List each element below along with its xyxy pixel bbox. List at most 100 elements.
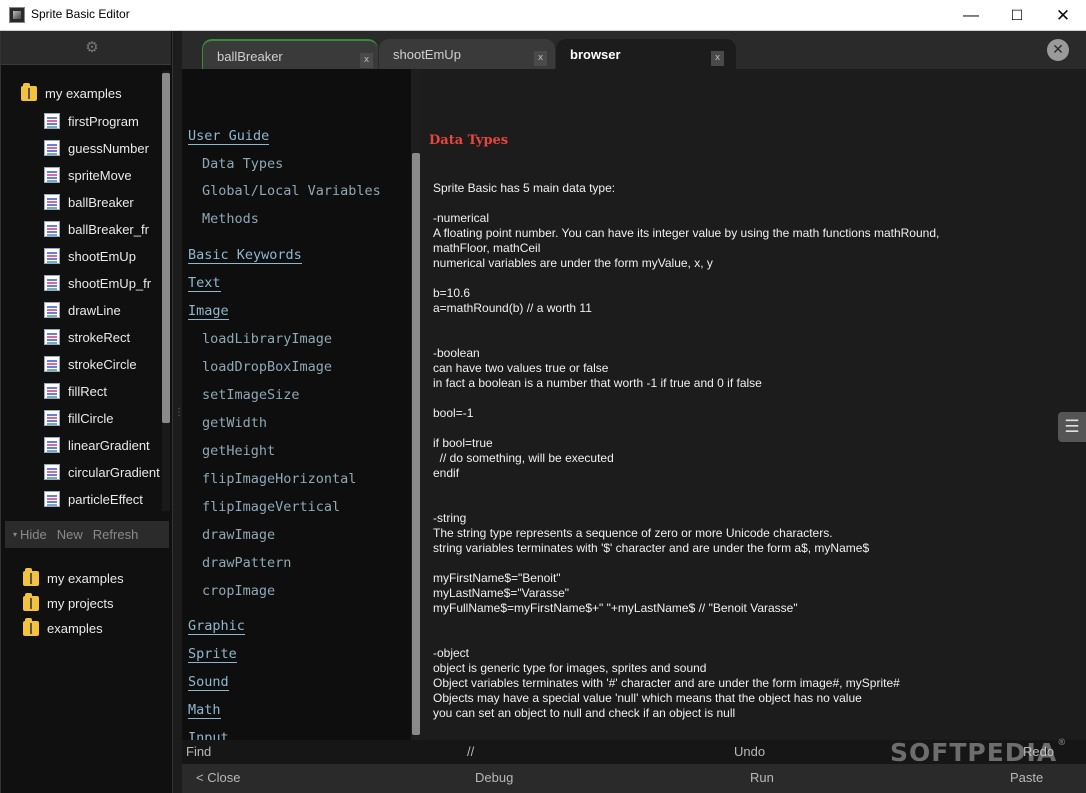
file-icon (44, 140, 60, 156)
toc-link-image-item[interactable]: drawPattern (202, 555, 291, 571)
toc-link-text[interactable]: Text (188, 275, 221, 292)
toc-link-input[interactable]: Input (188, 730, 229, 740)
file-item[interactable]: fillCircle (44, 407, 114, 429)
toc-scrollbar-thumb[interactable] (412, 153, 420, 735)
file-icon (44, 302, 60, 318)
toc-link-sprite[interactable]: Sprite (188, 646, 237, 663)
file-icon (44, 437, 60, 453)
content-line: can have two values true or false (433, 361, 609, 375)
folder-label: my examples (47, 570, 124, 586)
paste-button[interactable]: Paste (1010, 770, 1043, 785)
content-line: numerical variables are under the form m… (433, 256, 713, 270)
file-item[interactable]: circularGradient (44, 461, 160, 483)
file-item[interactable]: shootEmUp (44, 245, 136, 267)
file-item[interactable]: strokeCircle (44, 353, 137, 375)
menu-icon[interactable]: ☰ (1058, 412, 1086, 442)
tab-bar: ballBreaker x shootEmUp x browser x (182, 31, 1086, 69)
find-button[interactable]: Find (186, 744, 211, 759)
hide-button[interactable]: Hide (20, 527, 47, 542)
new-button[interactable]: New (57, 527, 83, 542)
content-line: Sprite Basic has 5 main data type: (433, 181, 616, 195)
toc-link-image-item[interactable]: getHeight (202, 443, 275, 459)
file-item[interactable]: drawLine (44, 299, 121, 321)
title-bar: Sprite Basic Editor — ☐ ✕ (0, 0, 1086, 31)
folder-label: my projects (47, 595, 114, 611)
splitter-grip-icon[interactable]: ⋮⋮ (174, 408, 194, 426)
file-item[interactable]: shootEmUp_fr (44, 272, 151, 294)
undo-button[interactable]: Undo (734, 744, 765, 759)
tab-label: shootEmUp (393, 47, 461, 62)
tab-close-icon[interactable]: x (711, 51, 724, 66)
folder-icon (23, 567, 39, 586)
file-item[interactable]: ballBreaker (44, 191, 134, 213)
content-line: The string type represents a sequence of… (433, 526, 833, 540)
file-item[interactable]: spriteMove (44, 164, 132, 186)
content-line: bool=-1 (433, 406, 474, 420)
content-line: -boolean (433, 346, 480, 360)
toc-link-image-item[interactable]: cropImage (202, 583, 275, 599)
file-item[interactable]: firstProgram (44, 110, 139, 132)
toc-link-image-item[interactable]: loadDropBoxImage (202, 359, 332, 375)
content-line: -object (433, 646, 470, 660)
content-title: Data Types (429, 133, 509, 148)
file-item[interactable]: particleEffect (44, 488, 143, 510)
toc-link-user-guide[interactable]: User Guide (188, 128, 270, 145)
content-line: endif (433, 466, 460, 480)
toc-link-image-item[interactable]: flipImageHorizontal (202, 471, 356, 487)
folder-item[interactable]: my examples (23, 567, 124, 589)
content-line: myFirstName$="Benoit" (433, 571, 561, 585)
file-item[interactable]: ballBreaker_fr (44, 218, 149, 240)
file-label: firstProgram (68, 113, 139, 129)
tab-label: ballBreaker (217, 49, 283, 64)
toc-link-methods[interactable]: Methods (202, 211, 259, 227)
folder-item[interactable]: examples (23, 617, 103, 639)
file-item[interactable]: linearGradient (44, 434, 150, 456)
tab-shootemup[interactable]: shootEmUp x (379, 39, 555, 69)
window-title: Sprite Basic Editor (31, 7, 130, 21)
close-button[interactable]: < Close (196, 770, 240, 785)
right-gutter (1058, 69, 1086, 740)
minimize-button[interactable]: — (948, 0, 994, 31)
toc-link-image-item[interactable]: setImageSize (202, 387, 300, 403)
help-toc-panel: User Guide Data Types Global/Local Varia… (182, 69, 411, 740)
file-label: drawLine (68, 302, 121, 318)
run-button[interactable]: Run (750, 770, 774, 785)
file-label: shootEmUp (68, 248, 136, 264)
gear-icon[interactable]: ⚙ (84, 39, 100, 55)
toc-link-basic-keywords[interactable]: Basic Keywords (188, 247, 302, 264)
refresh-button[interactable]: Refresh (93, 527, 139, 542)
content-line: -numerical (433, 211, 490, 225)
close-tabs-icon[interactable]: ✕ (1047, 39, 1069, 61)
maximize-button[interactable]: ☐ (994, 0, 1040, 31)
content-line: if bool=true (433, 436, 493, 450)
file-item[interactable]: guessNumber (44, 137, 149, 159)
toc-link-graphic[interactable]: Graphic (188, 618, 245, 635)
toc-link-image-item[interactable]: flipImageVertical (202, 499, 340, 515)
content-line: in fact a boolean is a number that worth… (433, 376, 762, 390)
toc-link-image[interactable]: Image (188, 303, 229, 320)
toc-link-image-item[interactable]: loadLibraryImage (202, 331, 332, 347)
close-window-button[interactable]: ✕ (1040, 0, 1086, 31)
toc-link-sound[interactable]: Sound (188, 674, 229, 691)
file-icon (44, 221, 60, 237)
file-label: ballBreaker_fr (68, 221, 149, 237)
toc-link-math[interactable]: Math (188, 702, 221, 719)
content-line: Object variables terminates with '#' cha… (433, 676, 900, 690)
folder-item[interactable]: my projects (23, 592, 113, 614)
tab-ballbreaker[interactable]: ballBreaker x (202, 39, 378, 69)
tab-close-icon[interactable]: x (534, 51, 547, 66)
file-item[interactable]: strokeRect (44, 326, 130, 348)
comment-button[interactable]: // (467, 744, 474, 759)
tree-root-folder[interactable]: my examples (21, 82, 122, 104)
toc-link-data-types[interactable]: Data Types (202, 156, 283, 172)
debug-button[interactable]: Debug (475, 770, 513, 785)
toc-link-image-item[interactable]: getWidth (202, 415, 267, 431)
content-line: myFullName$=myFirstName$+" "+myLastName$… (433, 601, 798, 615)
toc-link-global-local-variables[interactable]: Global/Local Variables (202, 183, 381, 199)
file-item[interactable]: fillRect (44, 380, 107, 402)
content-line: string variables terminates with '$' cha… (433, 541, 870, 555)
toc-link-image-item[interactable]: drawImage (202, 527, 275, 543)
tab-close-icon[interactable]: x (360, 53, 373, 68)
file-list-scrollbar-thumb[interactable] (162, 73, 170, 423)
tab-browser[interactable]: browser x (556, 39, 736, 69)
